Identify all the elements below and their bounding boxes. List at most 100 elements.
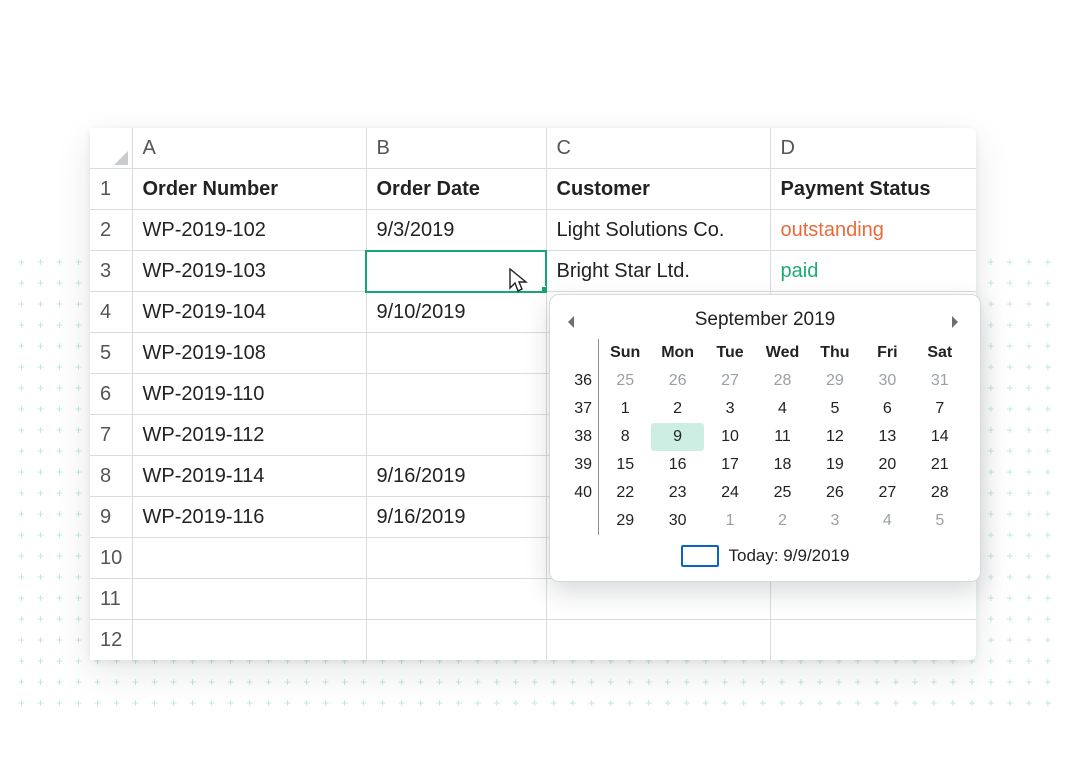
cell-B4[interactable]: 9/10/2019 — [366, 292, 546, 333]
cell-C12[interactable] — [546, 620, 770, 661]
calendar-day[interactable]: 26 — [809, 479, 861, 507]
cell-B8[interactable]: 9/16/2019 — [366, 456, 546, 497]
prev-month-arrow-icon[interactable] — [566, 313, 580, 327]
calendar-day[interactable]: 12 — [809, 423, 861, 451]
date-picker-popup[interactable]: September 2019 3637383940 SunMonTueWedTh… — [549, 294, 981, 582]
calendar-day[interactable]: 29 — [599, 507, 651, 535]
row-header[interactable]: 9 — [90, 497, 132, 538]
today-row[interactable]: Today: 9/9/2019 — [564, 535, 966, 567]
cell-B12[interactable] — [366, 620, 546, 661]
row-header[interactable]: 7 — [90, 415, 132, 456]
calendar-day[interactable]: 11 — [756, 423, 808, 451]
header-cell-orderDate[interactable]: Order Date — [366, 169, 546, 210]
calendar-day[interactable]: 24 — [704, 479, 756, 507]
cell-A6[interactable]: WP-2019-110 — [132, 374, 366, 415]
column-header-C[interactable]: C — [546, 128, 770, 169]
cell-B7[interactable] — [366, 415, 546, 456]
cell-B9[interactable]: 9/16/2019 — [366, 497, 546, 538]
calendar-day[interactable]: 1 — [599, 395, 651, 423]
calendar-day[interactable]: 27 — [704, 367, 756, 395]
header-cell-customer[interactable]: Customer — [546, 169, 770, 210]
cell-A11[interactable] — [132, 579, 366, 620]
calendar-day[interactable]: 25 — [756, 479, 808, 507]
dow-label: Sun — [599, 339, 651, 367]
calendar-day[interactable]: 14 — [914, 423, 966, 451]
calendar-day[interactable]: 19 — [809, 451, 861, 479]
calendar-day[interactable]: 3 — [704, 395, 756, 423]
cell-D12[interactable] — [770, 620, 976, 661]
column-header-D[interactable]: D — [770, 128, 976, 169]
calendar-day[interactable]: 9 — [651, 423, 703, 451]
calendar-day[interactable]: 4 — [756, 395, 808, 423]
calendar-day[interactable]: 28 — [756, 367, 808, 395]
row-header[interactable]: 12 — [90, 620, 132, 661]
calendar-day[interactable]: 13 — [861, 423, 913, 451]
row-header[interactable]: 4 — [90, 292, 132, 333]
row-header[interactable]: 1 — [90, 169, 132, 210]
calendar-day[interactable]: 26 — [651, 367, 703, 395]
calendar-day[interactable]: 3 — [809, 507, 861, 535]
cell-A3[interactable]: WP-2019-103 — [132, 251, 366, 292]
row-header[interactable]: 5 — [90, 333, 132, 374]
cell-B2[interactable]: 9/3/2019 — [366, 210, 546, 251]
cell-A5[interactable]: WP-2019-108 — [132, 333, 366, 374]
row-header[interactable]: 3 — [90, 251, 132, 292]
calendar-day[interactable]: 18 — [756, 451, 808, 479]
calendar-day[interactable]: 16 — [651, 451, 703, 479]
cell-A9[interactable]: WP-2019-116 — [132, 497, 366, 538]
row-header[interactable]: 11 — [90, 579, 132, 620]
cell-C3[interactable]: Bright Star Ltd. — [546, 251, 770, 292]
cell-D2[interactable]: outstanding — [770, 210, 976, 251]
calendar-day[interactable]: 30 — [651, 507, 703, 535]
calendar-day[interactable]: 8 — [599, 423, 651, 451]
calendar-day[interactable]: 27 — [861, 479, 913, 507]
cell-D11[interactable] — [770, 579, 976, 620]
calendar-day[interactable]: 2 — [756, 507, 808, 535]
calendar-day[interactable]: 2 — [651, 395, 703, 423]
cell-B11[interactable] — [366, 579, 546, 620]
calendar-day[interactable]: 17 — [704, 451, 756, 479]
select-all-corner[interactable] — [90, 128, 132, 169]
cell-A10[interactable] — [132, 538, 366, 579]
calendar-day[interactable]: 1 — [704, 507, 756, 535]
calendar-day[interactable]: 15 — [599, 451, 651, 479]
calendar-day[interactable]: 22 — [599, 479, 651, 507]
row-header[interactable]: 10 — [90, 538, 132, 579]
cell-A12[interactable] — [132, 620, 366, 661]
next-month-arrow-icon[interactable] — [950, 313, 964, 327]
calendar-day[interactable]: 25 — [599, 367, 651, 395]
row-header[interactable]: 6 — [90, 374, 132, 415]
calendar-day[interactable]: 23 — [651, 479, 703, 507]
cell-B10[interactable] — [366, 538, 546, 579]
column-header-A[interactable]: A — [132, 128, 366, 169]
calendar-day[interactable]: 28 — [914, 479, 966, 507]
cell-D3[interactable]: paid — [770, 251, 976, 292]
cell-B6[interactable] — [366, 374, 546, 415]
calendar-day[interactable]: 31 — [914, 367, 966, 395]
calendar-grid[interactable]: 2526272829303112345678910111213141516171… — [599, 367, 966, 535]
cell-C11[interactable] — [546, 579, 770, 620]
calendar-day[interactable]: 5 — [809, 395, 861, 423]
calendar-day[interactable]: 30 — [861, 367, 913, 395]
cell-B3[interactable] — [366, 251, 546, 292]
header-cell-orderNumber[interactable]: Order Number — [132, 169, 366, 210]
calendar-day[interactable]: 7 — [914, 395, 966, 423]
calendar-day[interactable]: 6 — [861, 395, 913, 423]
cell-A8[interactable]: WP-2019-114 — [132, 456, 366, 497]
cell-B5[interactable] — [366, 333, 546, 374]
cell-C2[interactable]: Light Solutions Co. — [546, 210, 770, 251]
cell-A2[interactable]: WP-2019-102 — [132, 210, 366, 251]
today-swatch-icon — [681, 545, 719, 567]
column-header-B[interactable]: B — [366, 128, 546, 169]
calendar-day[interactable]: 10 — [704, 423, 756, 451]
row-header[interactable]: 8 — [90, 456, 132, 497]
calendar-day[interactable]: 5 — [914, 507, 966, 535]
calendar-day[interactable]: 4 — [861, 507, 913, 535]
calendar-day[interactable]: 29 — [809, 367, 861, 395]
header-cell-paymentStatus[interactable]: Payment Status — [770, 169, 976, 210]
row-header[interactable]: 2 — [90, 210, 132, 251]
calendar-day[interactable]: 20 — [861, 451, 913, 479]
calendar-day[interactable]: 21 — [914, 451, 966, 479]
cell-A7[interactable]: WP-2019-112 — [132, 415, 366, 456]
cell-A4[interactable]: WP-2019-104 — [132, 292, 366, 333]
